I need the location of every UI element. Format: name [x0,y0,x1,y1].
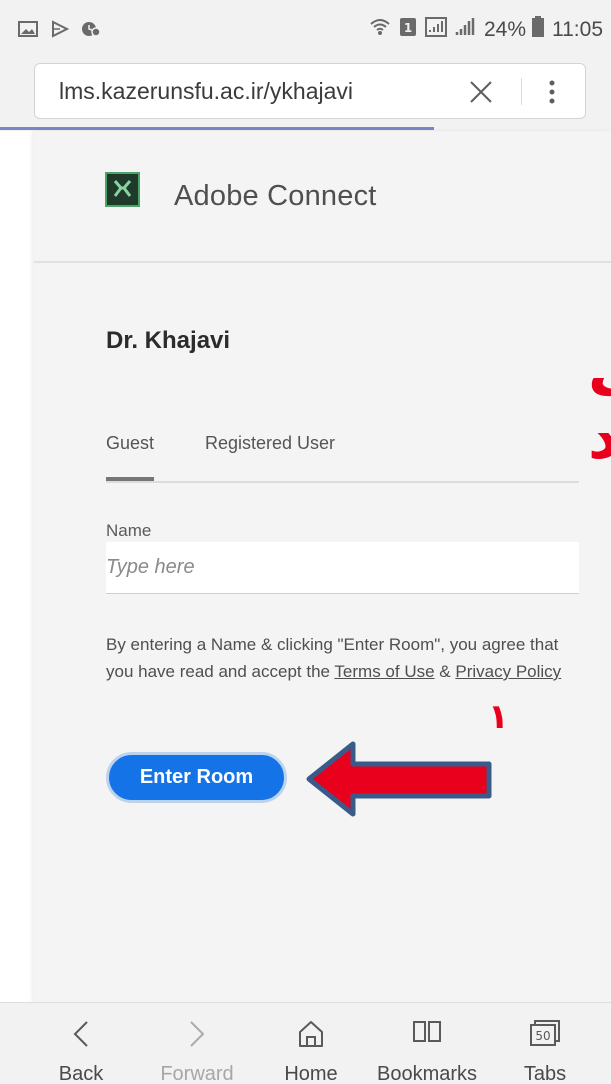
annotation-text-edge: ب د. [588,345,611,469]
signal-box-icon [424,17,447,43]
home-icon [299,1021,323,1047]
annotation-number: ١ [488,697,509,737]
nav-tabs[interactable]: 50 Tabs [484,1003,606,1084]
clock-app-icon [80,20,102,43]
nav-forward-label: Forward [160,1063,234,1084]
tab-registered-user[interactable]: Registered User [205,433,335,477]
nav-bookmarks-label: Bookmarks [376,1063,478,1084]
adobe-connect-login-page: Adobe Connect Dr. Khajavi Guest Register… [34,131,611,1002]
enter-room-button[interactable]: Enter Room [106,752,287,803]
sim-icon: 1 [399,17,417,43]
terms-and: & [439,662,451,681]
clock: 11:05 [552,18,603,41]
screen: 1 24% 11:05 lms.kazerunsfu.ac.ir/ykhajav… [0,0,611,1084]
host-name: Dr. Khajavi [106,327,231,354]
tabs-icon: 50 [530,1020,560,1046]
nav-tabs-label: Tabs [523,1063,567,1084]
signal-bars-icon [455,17,475,43]
nav-bookmarks[interactable]: Bookmarks [366,1003,488,1084]
name-input[interactable] [106,542,579,594]
brand-name: Adobe Connect [174,180,377,212]
name-label: Name [106,521,152,540]
status-bar: 1 24% 11:05 [0,0,611,55]
nav-home[interactable]: Home [250,1003,372,1084]
tab-count: 50 [535,1029,550,1043]
red-arrow-annotation [306,741,492,817]
annotation-line-1: ب [588,345,611,407]
battery-percent: 24% [483,18,526,41]
privacy-policy-link[interactable]: Privacy Policy [455,662,561,681]
page-header: Adobe Connect [34,131,611,263]
page-load-progress [0,127,434,130]
battery-icon [531,16,545,44]
svg-text:1: 1 [404,21,412,35]
url-text[interactable]: lms.kazerunsfu.ac.ir/ykhajavi [59,64,353,118]
gallery-icon [18,20,38,43]
login-tabs: Guest Registered User [106,433,579,483]
tab-guest[interactable]: Guest [106,433,155,481]
close-icon[interactable] [467,78,495,106]
nav-back[interactable]: Back [20,1003,142,1084]
address-bar[interactable]: lms.kazerunsfu.ac.ir/ykhajavi [34,63,586,119]
chevron-left-icon [73,1021,88,1047]
browser-bottom-nav: Back Forward Home Bookmarks 50 Tabs [0,1002,611,1084]
terms-of-use-link[interactable]: Terms of Use [334,662,434,681]
bookmarks-icon [413,1021,441,1042]
terms-notice: By entering a Name & clicking "Enter Roo… [106,631,566,685]
nav-forward[interactable]: Forward [136,1003,258,1084]
annotation-line-2: د. [588,403,611,473]
status-icons-right: 1 24% 11:05 [369,16,603,44]
wifi-icon [369,17,391,43]
browser-toolbar: lms.kazerunsfu.ac.ir/ykhajavi [0,55,611,131]
address-bar-divider [521,78,522,105]
nav-home-label: Home [284,1063,338,1084]
play-store-icon [50,20,70,43]
adobe-connect-logo [105,172,140,207]
chevron-right-icon [190,1021,205,1047]
more-menu-icon[interactable] [547,78,557,106]
nav-back-label: Back [58,1063,104,1084]
